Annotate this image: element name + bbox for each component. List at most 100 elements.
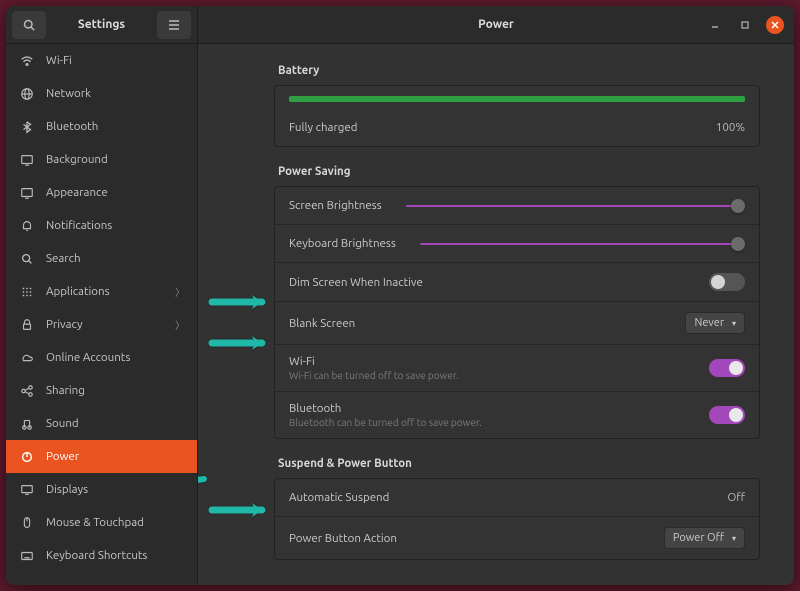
slider-track	[420, 243, 738, 245]
page-title: Power	[478, 18, 514, 31]
chevron-down-icon: ▾	[732, 534, 736, 543]
search-icon	[20, 252, 34, 266]
sidebar-item-applications[interactable]: Applications 〉	[6, 275, 197, 308]
dim-screen-toggle[interactable]	[709, 273, 745, 291]
notifications-icon	[20, 219, 34, 233]
sidebar-item-mouse[interactable]: Mouse & Touchpad	[6, 506, 197, 539]
close-icon	[770, 20, 780, 30]
sidebar-item-label: Network	[46, 87, 183, 100]
sidebar-item-label: Power	[46, 450, 183, 463]
suspend-panel: Automatic Suspend Off Power Button Actio…	[274, 478, 760, 560]
background-icon	[20, 153, 34, 167]
auto-suspend-row[interactable]: Automatic Suspend Off	[275, 479, 759, 517]
sidebar-item-displays[interactable]: Displays	[6, 473, 197, 506]
online-accounts-icon	[20, 351, 34, 365]
bluetooth-label: Bluetooth	[289, 402, 699, 415]
close-button[interactable]	[766, 16, 784, 34]
sidebar-item-label: Background	[46, 153, 183, 166]
wifi-row: Wi-Fi Wi-Fi can be turned off to save po…	[275, 345, 759, 392]
chevron-right-icon: 〉	[175, 284, 183, 299]
window-controls	[706, 16, 794, 34]
sidebar-item-label: Displays	[46, 483, 183, 496]
slider-thumb	[731, 199, 745, 213]
sidebar-item-online-accounts[interactable]: Online Accounts	[6, 341, 197, 374]
wifi-icon	[20, 54, 34, 68]
keyboard-brightness-row: Keyboard Brightness	[275, 225, 759, 263]
bluetooth-row: Bluetooth Bluetooth can be turned off to…	[275, 392, 759, 438]
settings-window: Settings Power Wi-Fi Network Bluetooth Back…	[6, 6, 794, 585]
sidebar-item-sound[interactable]: Sound	[6, 407, 197, 440]
bluetooth-icon	[20, 120, 34, 134]
sidebar-item-label: Online Accounts	[46, 351, 183, 364]
wifi-sublabel: Wi-Fi can be turned off to save power.	[289, 370, 699, 381]
screen-brightness-row: Screen Brightness	[275, 187, 759, 225]
dim-screen-row: Dim Screen When Inactive	[275, 263, 759, 302]
battery-heading: Battery	[278, 64, 760, 77]
battery-status-row: Fully charged 100%	[275, 108, 759, 146]
sidebar-item-privacy[interactable]: Privacy〉	[6, 308, 197, 341]
sidebar-item-bluetooth[interactable]: Bluetooth	[6, 110, 197, 143]
slider-thumb	[731, 237, 745, 251]
network-icon	[20, 87, 34, 101]
search-button[interactable]	[12, 11, 46, 39]
bluetooth-toggle[interactable]	[709, 406, 745, 424]
toggle-knob	[711, 275, 725, 289]
sidebar-item-network[interactable]: Network	[6, 77, 197, 110]
wifi-toggle[interactable]	[709, 359, 745, 377]
power-button-dropdown[interactable]: Power Off ▾	[664, 527, 745, 549]
sidebar-item-label: Appearance	[46, 186, 183, 199]
sidebar-item-label: Sharing	[46, 384, 183, 397]
power-icon	[20, 450, 34, 464]
power-saving-heading: Power Saving	[278, 165, 760, 178]
sidebar-item-wifi[interactable]: Wi-Fi	[6, 44, 197, 77]
sidebar-item-appearance[interactable]: Appearance	[6, 176, 197, 209]
appearance-icon	[20, 186, 34, 200]
auto-suspend-value: Off	[727, 491, 745, 504]
blank-screen-row: Blank Screen Never ▾	[275, 302, 759, 345]
sidebar-item-notifications[interactable]: Notifications	[6, 209, 197, 242]
displays-icon	[20, 483, 34, 497]
app-title: Settings	[46, 18, 157, 31]
sidebar-item-sharing[interactable]: Sharing	[6, 374, 197, 407]
blank-screen-dropdown[interactable]: Never ▾	[685, 312, 745, 334]
chevron-down-icon: ▾	[732, 319, 736, 328]
sidebar-item-label: Applications	[46, 285, 163, 298]
maximize-button[interactable]	[736, 16, 754, 34]
keyboard-brightness-label: Keyboard Brightness	[289, 237, 396, 250]
sidebar-item-power[interactable]: Power	[6, 440, 197, 473]
content-area[interactable]: Battery Fully charged 100% Power Saving …	[198, 44, 794, 585]
wifi-label: Wi-Fi	[289, 355, 699, 368]
chevron-right-icon: 〉	[175, 317, 183, 332]
battery-status-label: Fully charged	[289, 121, 706, 134]
battery-bar-fill	[289, 96, 745, 102]
annotation-arrow-blank	[208, 334, 272, 356]
minimize-button[interactable]	[706, 16, 724, 34]
sidebar-item-label: Bluetooth	[46, 120, 183, 133]
sidebar-item-keyboard[interactable]: Keyboard Shortcuts	[6, 539, 197, 572]
toggle-knob	[729, 361, 743, 375]
annotation-arrow-suspend	[208, 501, 272, 523]
sidebar-item-background[interactable]: Background	[6, 143, 197, 176]
search-icon	[23, 19, 35, 31]
screen-brightness-label: Screen Brightness	[289, 199, 382, 212]
power-button-row: Power Button Action Power Off ▾	[275, 517, 759, 559]
screen-brightness-slider[interactable]	[406, 199, 745, 213]
titlebar: Settings Power	[6, 6, 794, 44]
battery-panel: Fully charged 100%	[274, 85, 760, 147]
slider-track	[406, 205, 738, 207]
keyboard-brightness-slider[interactable]	[420, 237, 745, 251]
privacy-icon	[20, 318, 34, 332]
keyboard-icon	[20, 549, 34, 563]
dim-screen-label: Dim Screen When Inactive	[289, 276, 699, 289]
blank-screen-label: Blank Screen	[289, 317, 675, 330]
sidebar-item-search[interactable]: Search	[6, 242, 197, 275]
sound-icon	[20, 417, 34, 431]
battery-bar-row	[275, 86, 759, 108]
bluetooth-sublabel: Bluetooth can be turned off to save powe…	[289, 417, 699, 428]
sidebar-item-label: Sound	[46, 417, 183, 430]
hamburger-icon	[168, 20, 180, 30]
sidebar: Wi-Fi Network Bluetooth Background Appearanc…	[6, 44, 198, 585]
power-button-label: Power Button Action	[289, 532, 654, 545]
auto-suspend-label: Automatic Suspend	[289, 491, 717, 504]
hamburger-button[interactable]	[157, 11, 191, 39]
